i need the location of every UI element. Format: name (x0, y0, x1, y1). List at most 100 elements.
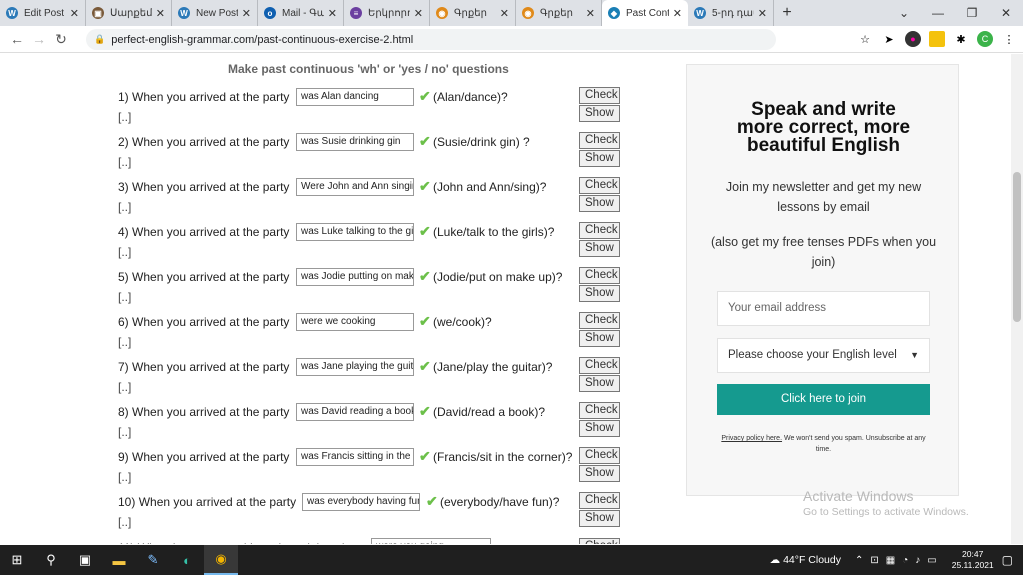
extension-ball-icon[interactable]: ● (905, 31, 921, 47)
answer-input-partial[interactable]: were you going (371, 538, 491, 544)
check-button[interactable]: Check (579, 132, 620, 149)
check-button[interactable]: Check (579, 177, 620, 194)
show-button[interactable]: Show (579, 195, 620, 212)
browser-tab[interactable]: W Edit Post ‹ ✕ (0, 0, 86, 26)
question-explanation-toggle[interactable]: [..] (118, 245, 131, 259)
answer-input[interactable]: was David reading a book (296, 403, 414, 421)
tab-close-icon[interactable]: ✕ (586, 7, 595, 20)
browser-tab[interactable]: ◆ Past Conti ✕ (602, 0, 688, 26)
tab-close-icon[interactable]: ✕ (328, 7, 337, 20)
question-explanation-toggle[interactable]: [..] (118, 425, 131, 439)
show-button[interactable]: Show (579, 105, 620, 122)
show-button[interactable]: Show (579, 420, 620, 437)
restore-icon[interactable]: ❐ (955, 0, 989, 26)
show-button[interactable]: Show (579, 510, 620, 527)
tab-search-icon[interactable]: ⌄ (887, 0, 921, 26)
close-window-icon[interactable]: ✕ (989, 0, 1023, 26)
show-button[interactable]: Show (579, 240, 620, 257)
windows-start-icon[interactable]: ⊞ (0, 545, 34, 575)
scrollbar-thumb[interactable] (1013, 172, 1021, 322)
browser-tab[interactable]: ◉ Գրքեր ✕ (430, 0, 516, 26)
question-explanation-toggle[interactable]: [..] (118, 515, 131, 529)
answer-input[interactable]: was Jane playing the guitar (296, 358, 414, 376)
privacy-policy-link[interactable]: Privacy policy here. (721, 435, 782, 442)
english-level-select[interactable]: Please choose your English level ▼ (717, 338, 930, 373)
answer-input[interactable]: was everybody having fun (302, 493, 420, 511)
browser-tab[interactable]: W 5-րդ դասը ✕ (688, 0, 774, 26)
tray-chevron-icon[interactable]: ⌃ (855, 555, 863, 566)
question-explanation-toggle[interactable]: [..] (118, 155, 131, 169)
check-button[interactable]: Check (579, 267, 620, 284)
show-button[interactable]: Show (579, 285, 620, 302)
show-button[interactable]: Show (579, 330, 620, 347)
weather-widget[interactable]: ☁ 44°F Cloudy (770, 554, 841, 566)
tray-app-icon[interactable]: ⊡ (870, 555, 878, 566)
email-field[interactable]: Your email address (717, 291, 930, 326)
check-button[interactable]: Check (579, 492, 620, 509)
extensions-puzzle-icon[interactable]: ✱ (953, 31, 969, 47)
tab-close-icon[interactable]: ✕ (156, 7, 165, 20)
tab-close-icon[interactable]: ✕ (500, 7, 509, 20)
bookmark-star-icon[interactable]: ☆ (857, 31, 873, 47)
question-explanation-toggle[interactable]: [..] (118, 110, 131, 124)
check-button[interactable]: Check (579, 222, 620, 239)
tab-close-icon[interactable]: ✕ (70, 7, 79, 20)
task-app-icon[interactable]: ▣ (68, 545, 102, 575)
browser-tab[interactable]: ▣ Սարքեմատ ✕ (86, 0, 172, 26)
check-button-partial[interactable]: Check (579, 538, 620, 544)
extension-arrow-icon[interactable]: ➤ (881, 31, 897, 47)
tab-close-icon[interactable]: ✕ (414, 7, 423, 20)
minimize-icon[interactable]: — (921, 0, 955, 26)
language-flag-icon[interactable]: ▦ (886, 555, 895, 566)
tab-close-icon[interactable]: ✕ (673, 7, 682, 20)
answer-input[interactable]: was Luke talking to the girls (296, 223, 414, 241)
edge-browser-icon[interactable]: ◐ (170, 545, 204, 575)
answer-input[interactable]: were we cooking (296, 313, 414, 331)
new-tab-button[interactable]: + (774, 0, 800, 26)
question-row: 8) When you arrived at the party (118, 405, 290, 419)
extension-yellow-icon[interactable] (929, 31, 945, 47)
answer-input[interactable]: was Susie drinking gin (296, 133, 414, 151)
question-hint: (we/cook)? (433, 315, 492, 329)
browser-tab[interactable]: ◉ Գրքեր ✕ (516, 0, 602, 26)
file-explorer-icon[interactable]: ▬ (102, 545, 136, 575)
answer-input[interactable]: was Jodie putting on make up (296, 268, 414, 286)
browser-tab[interactable]: ≡ Երկրորդ ‹ ✕ (344, 0, 430, 26)
question-explanation-toggle[interactable]: [..] (118, 200, 131, 214)
check-button[interactable]: Check (579, 87, 620, 104)
volume-icon[interactable]: ♪ (915, 555, 920, 566)
answer-input[interactable]: was Alan dancing (296, 88, 414, 106)
question-explanation-toggle[interactable]: [..] (118, 335, 131, 349)
answer-input[interactable]: was Francis sitting in the corner (296, 448, 414, 466)
network-icon[interactable]: ▭ (927, 555, 936, 566)
check-button[interactable]: Check (579, 312, 620, 329)
answer-input[interactable]: Were John and Ann singing (296, 178, 414, 196)
forward-icon[interactable]: → (28, 31, 50, 47)
notification-icon[interactable]: ▢ (1002, 553, 1013, 567)
join-button[interactable]: Click here to join (717, 384, 930, 415)
search-icon[interactable]: ⚲ (34, 545, 68, 575)
question-explanation-toggle[interactable]: [..] (118, 380, 131, 394)
back-icon[interactable]: ← (6, 31, 28, 47)
show-button[interactable]: Show (579, 465, 620, 482)
paint-app-icon[interactable]: ✎ (136, 545, 170, 575)
page-scrollbar[interactable] (1011, 54, 1023, 544)
wifi-icon[interactable]: ◔ (902, 555, 908, 566)
question-explanation-toggle[interactable]: [..] (118, 470, 131, 484)
chrome-browser-icon[interactable]: ◉ (204, 545, 238, 575)
question-explanation-toggle[interactable]: [..] (118, 290, 131, 304)
show-button[interactable]: Show (579, 375, 620, 392)
browser-tab[interactable]: W New Post ‹ ✕ (172, 0, 258, 26)
profile-avatar-icon[interactable]: C (977, 31, 993, 47)
reload-icon[interactable]: ↻ (50, 31, 72, 48)
browser-tab[interactable]: o Mail - Գալ ✕ (258, 0, 344, 26)
check-button[interactable]: Check (579, 357, 620, 374)
menu-dots-icon[interactable]: ⋮ (1001, 31, 1017, 47)
check-button[interactable]: Check (579, 402, 620, 419)
tab-close-icon[interactable]: ✕ (242, 7, 251, 20)
url-field[interactable]: 🔒 perfect-english-grammar.com/past-conti… (86, 29, 776, 50)
show-button[interactable]: Show (579, 150, 620, 167)
system-clock[interactable]: 20:47 25.11.2021 (952, 549, 994, 571)
check-button[interactable]: Check (579, 447, 620, 464)
tab-close-icon[interactable]: ✕ (758, 7, 767, 20)
